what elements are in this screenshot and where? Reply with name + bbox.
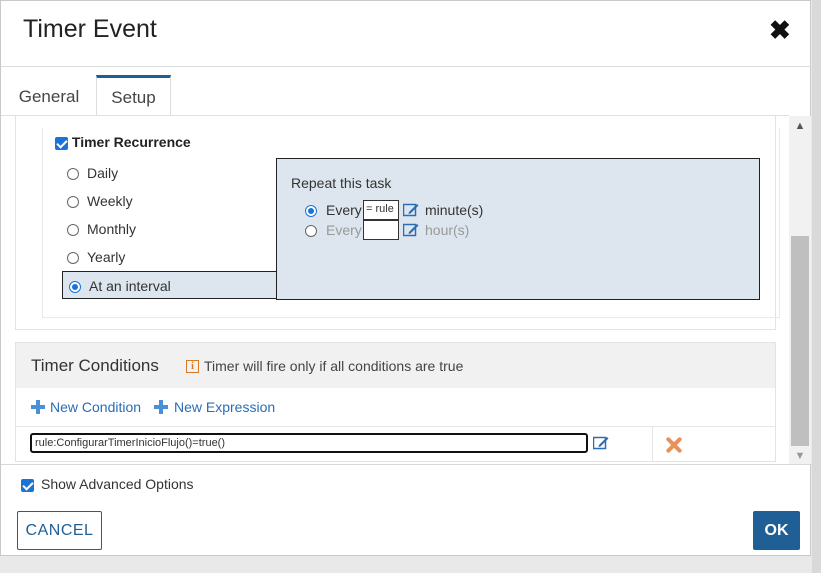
- every-label: Every: [326, 222, 362, 238]
- repeat-task-popup: Repeat this task Every = rule minute(s) …: [276, 158, 760, 300]
- every-label: Every: [326, 202, 362, 218]
- edit-icon[interactable]: [403, 203, 419, 220]
- close-icon[interactable]: ✖: [769, 17, 791, 43]
- advanced-label: Show Advanced Options: [41, 476, 194, 492]
- option-label: At an interval: [89, 278, 171, 294]
- option-monthly[interactable]: Monthly: [67, 221, 136, 237]
- radio-minutes[interactable]: [305, 205, 317, 217]
- option-label: Monthly: [87, 221, 137, 237]
- vertical-scrollbar[interactable]: ▲ ▼: [789, 116, 811, 464]
- radio-icon: [67, 196, 79, 209]
- add-icon: [31, 400, 45, 414]
- radio-selected-icon: [69, 281, 81, 294]
- condition-input[interactable]: rule:ConfigurarTimerInicioFlujo()=true(): [30, 433, 588, 453]
- edit-icon[interactable]: [403, 223, 419, 240]
- cancel-button[interactable]: CANCEL: [17, 511, 102, 550]
- show-advanced-options-checkbox[interactable]: Show Advanced Options: [21, 476, 194, 492]
- delete-icon[interactable]: [665, 436, 683, 454]
- scroll-down-icon[interactable]: ▼: [789, 450, 811, 464]
- ok-button[interactable]: OK: [753, 511, 800, 550]
- condition-row: rule:ConfigurarTimerInicioFlujo()=true(): [16, 427, 775, 461]
- new-expression-link[interactable]: New Expression: [174, 399, 275, 415]
- minutes-unit: minute(s): [425, 202, 484, 218]
- setup-content: Timer Recurrence Daily Weekly Monthly Ye…: [1, 116, 811, 464]
- dialog-title: Timer Event: [23, 15, 157, 43]
- tab-setup[interactable]: Setup: [96, 75, 171, 115]
- option-yearly[interactable]: Yearly: [67, 249, 125, 265]
- option-weekly[interactable]: Weekly: [67, 193, 133, 209]
- column-divider: [652, 427, 653, 461]
- edit-icon[interactable]: [593, 436, 609, 455]
- checkbox-icon: [21, 478, 34, 492]
- tab-general[interactable]: General: [9, 75, 89, 115]
- conditions-toolbar: New Condition New Expression: [16, 388, 775, 427]
- scroll-up-icon[interactable]: ▲: [789, 120, 811, 136]
- radio-icon: [67, 252, 79, 265]
- timer-recurrence-label: Timer Recurrence: [71, 134, 191, 150]
- timer-conditions-panel: Timer Conditions i Timer will fire only …: [15, 342, 776, 462]
- option-daily[interactable]: Daily: [67, 165, 118, 181]
- option-label: Weekly: [87, 193, 133, 209]
- conditions-title: Timer Conditions: [31, 356, 159, 375]
- scrollbar-thumb[interactable]: [791, 236, 809, 446]
- option-at-an-interval[interactable]: At an interval: [62, 271, 278, 299]
- timer-recurrence-checkbox[interactable]: Timer Recurrence: [55, 134, 191, 150]
- checkbox-icon: [55, 136, 68, 150]
- timer-event-dialog: Timer Event ✖ General Setup Timer Recurr…: [0, 0, 812, 556]
- info-icon: i: [186, 360, 199, 373]
- minutes-input[interactable]: = rule: [363, 200, 399, 220]
- option-label: Yearly: [87, 249, 126, 265]
- footer-divider: [1, 464, 812, 465]
- header-divider: [1, 66, 812, 67]
- conditions-header: Timer Conditions i Timer will fire only …: [16, 343, 775, 388]
- conditions-info-text: Timer will fire only if all conditions a…: [204, 358, 464, 374]
- hours-input[interactable]: [363, 220, 399, 240]
- hours-unit: hour(s): [425, 222, 470, 238]
- page-backdrop: [812, 0, 821, 573]
- add-icon: [154, 400, 168, 414]
- radio-icon: [67, 224, 79, 237]
- radio-icon: [67, 168, 79, 181]
- new-condition-link[interactable]: New Condition: [50, 399, 141, 415]
- repeat-title: Repeat this task: [291, 175, 392, 191]
- option-label: Daily: [87, 165, 119, 181]
- radio-hours[interactable]: [305, 225, 317, 237]
